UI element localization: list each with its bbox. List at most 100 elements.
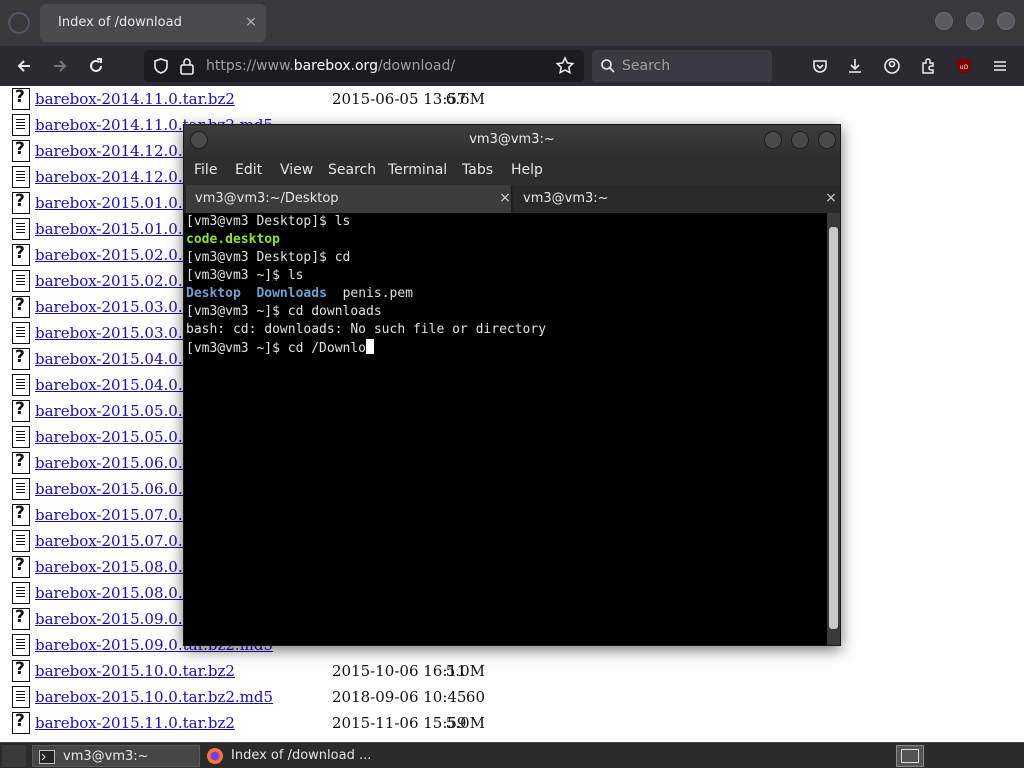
firefox-icon: [207, 748, 223, 764]
account-icon[interactable]: [880, 54, 904, 78]
terminal-scrollbar[interactable]: [827, 213, 840, 645]
unknown-file-icon: [12, 399, 30, 422]
shield-icon[interactable]: [152, 57, 170, 75]
terminal-prompt-line[interactable]: [vm3@vm3 ~]$ cd /Downlo: [186, 339, 375, 357]
text-file-icon: [12, 426, 30, 448]
unknown-file-icon: [12, 503, 30, 526]
text-file-icon: [12, 686, 30, 708]
ublock-origin-icon[interactable]: uO: [952, 54, 976, 78]
unknown-file-icon: [12, 711, 30, 734]
firefox-view-icon[interactable]: [8, 12, 30, 34]
window-minimize-button[interactable]: [935, 12, 953, 30]
browser-tab-title: Index of /download: [58, 15, 182, 30]
menu-tabs[interactable]: Tabs: [462, 162, 493, 178]
terminal-tab-desktop[interactable]: vm3@vm3:~/Desktop ×: [186, 185, 512, 213]
forward-button[interactable]: [46, 52, 74, 80]
bookmark-star-icon[interactable]: [555, 56, 575, 76]
menu-file[interactable]: File: [194, 162, 217, 178]
terminal-tab-close-icon[interactable]: ×: [824, 190, 838, 206]
svg-text:uO: uO: [960, 64, 969, 71]
menu-search[interactable]: Search: [328, 162, 376, 178]
workspace-preview-icon: [901, 749, 919, 763]
text-file-icon: [12, 322, 30, 344]
menu-view[interactable]: View: [280, 162, 313, 178]
taskbar: vm3@vm3:~ Index of /download ...: [0, 742, 1024, 768]
unknown-file-icon: [12, 243, 30, 266]
menu-edit[interactable]: Edit: [235, 162, 262, 178]
terminal-titlebar[interactable]: vm3@vm3:~: [184, 125, 840, 155]
browser-tab-close-icon[interactable]: ×: [244, 14, 258, 30]
taskbar-item-firefox[interactable]: Index of /download ...: [202, 745, 382, 767]
text-file-icon: [12, 582, 30, 604]
unknown-file-icon: [12, 295, 30, 318]
window-maximize-button[interactable]: [966, 12, 984, 30]
reload-icon: [90, 58, 102, 72]
terminal-tab-close-icon[interactable]: ×: [498, 190, 512, 206]
terminal-close-button[interactable]: [818, 131, 836, 149]
text-file-icon: [12, 374, 30, 396]
table-row: barebox-2014.11.0.tar.bz22015-06-05 13:5…: [0, 86, 1024, 112]
url-prefix: https://www.: [206, 58, 294, 74]
menu-terminal[interactable]: Terminal: [388, 162, 447, 178]
search-icon: [601, 59, 615, 73]
terminal-tab-label: vm3@vm3:~/Desktop: [195, 191, 339, 206]
terminal-line: [vm3@vm3 ~]$ ls: [186, 268, 304, 283]
text-file-icon: [12, 270, 30, 292]
window-close-button[interactable]: [997, 12, 1015, 30]
terminal-title: vm3@vm3:~: [469, 132, 555, 147]
unknown-file-icon: [12, 555, 30, 578]
text-file-icon: [12, 114, 30, 136]
terminal-minimize-button[interactable]: [764, 131, 782, 149]
terminal-cursor: [366, 339, 375, 354]
unknown-file-icon: [12, 191, 30, 214]
workspace-switcher[interactable]: [896, 745, 924, 767]
file-link[interactable]: barebox-2014.11.0.tar.bz2: [35, 90, 235, 108]
browser-tab-active[interactable]: Index of /download ×: [40, 4, 266, 42]
menu-help[interactable]: Help: [511, 162, 543, 178]
terminal-line: Desktop Downloads penis.pem: [186, 285, 413, 303]
url-host: barebox.org: [293, 58, 378, 74]
text-file-icon: [12, 634, 30, 656]
text-file-icon: [12, 530, 30, 552]
terminal-line: bash: cd: downloads: No such file or dir…: [186, 322, 547, 337]
terminal-tab-label: vm3@vm3:~: [523, 191, 609, 206]
arrow-right-icon: [54, 60, 67, 72]
terminal-maximize-button[interactable]: [791, 131, 809, 149]
terminal-line: [vm3@vm3 Desktop]$ ls: [186, 214, 351, 229]
hamburger-menu-icon[interactable]: [988, 54, 1012, 78]
downloads-icon[interactable]: [843, 54, 867, 78]
terminal-dir-desktop: Desktop: [186, 286, 241, 301]
terminal-scrollbar-thumb[interactable]: [829, 227, 838, 629]
terminal-menubar: File Edit View Search Terminal Tabs Help: [184, 155, 840, 185]
url-text[interactable]: https://www.barebox.org/download/: [206, 58, 455, 74]
taskbar-item-terminal[interactable]: vm3@vm3:~: [32, 745, 200, 767]
search-placeholder: Search: [622, 58, 671, 74]
pocket-icon[interactable]: [808, 54, 832, 78]
navigation-bar: https://www.barebox.org/download/ Search…: [0, 46, 1024, 86]
terminal-current-input: [vm3@vm3 ~]$ cd /Downlo: [186, 341, 367, 356]
file-link[interactable]: barebox-2015.10.0.tar.bz2.md5: [35, 688, 273, 706]
search-bar[interactable]: Search: [592, 50, 772, 82]
file-link[interactable]: barebox-2015.11.0.tar.bz2: [35, 714, 235, 732]
url-path: /download/: [377, 58, 456, 74]
lock-icon[interactable]: [179, 57, 195, 75]
terminal-tab-home[interactable]: vm3@vm3:~ ×: [514, 185, 840, 213]
unknown-file-icon: [12, 347, 30, 370]
terminal-output[interactable]: [vm3@vm3 Desktop]$ ls code.desktop [vm3@…: [184, 213, 827, 645]
taskbar-item-label: Index of /download ...: [231, 748, 372, 763]
url-bar[interactable]: https://www.barebox.org/download/: [144, 50, 584, 82]
table-row: barebox-2015.11.0.tar.bz22015-11-06 15:5…: [0, 710, 1024, 736]
terminal-line: [vm3@vm3 Desktop]$ cd: [186, 250, 351, 265]
browser-tab-bar: Index of /download ×: [0, 0, 1024, 46]
arrow-left-icon: [17, 60, 30, 72]
terminal-window[interactable]: vm3@vm3:~ File Edit View Search Terminal…: [183, 124, 841, 646]
reload-button[interactable]: [82, 52, 110, 80]
unknown-file-icon: [12, 87, 30, 110]
back-button[interactable]: [10, 52, 38, 80]
file-link[interactable]: barebox-2015.10.0.tar.bz2: [35, 662, 235, 680]
text-file-icon: [12, 218, 30, 240]
file-size: 5.0M: [445, 714, 485, 732]
show-desktop-button[interactable]: [2, 745, 26, 767]
extensions-icon[interactable]: [916, 54, 940, 78]
text-file-icon: [12, 478, 30, 500]
